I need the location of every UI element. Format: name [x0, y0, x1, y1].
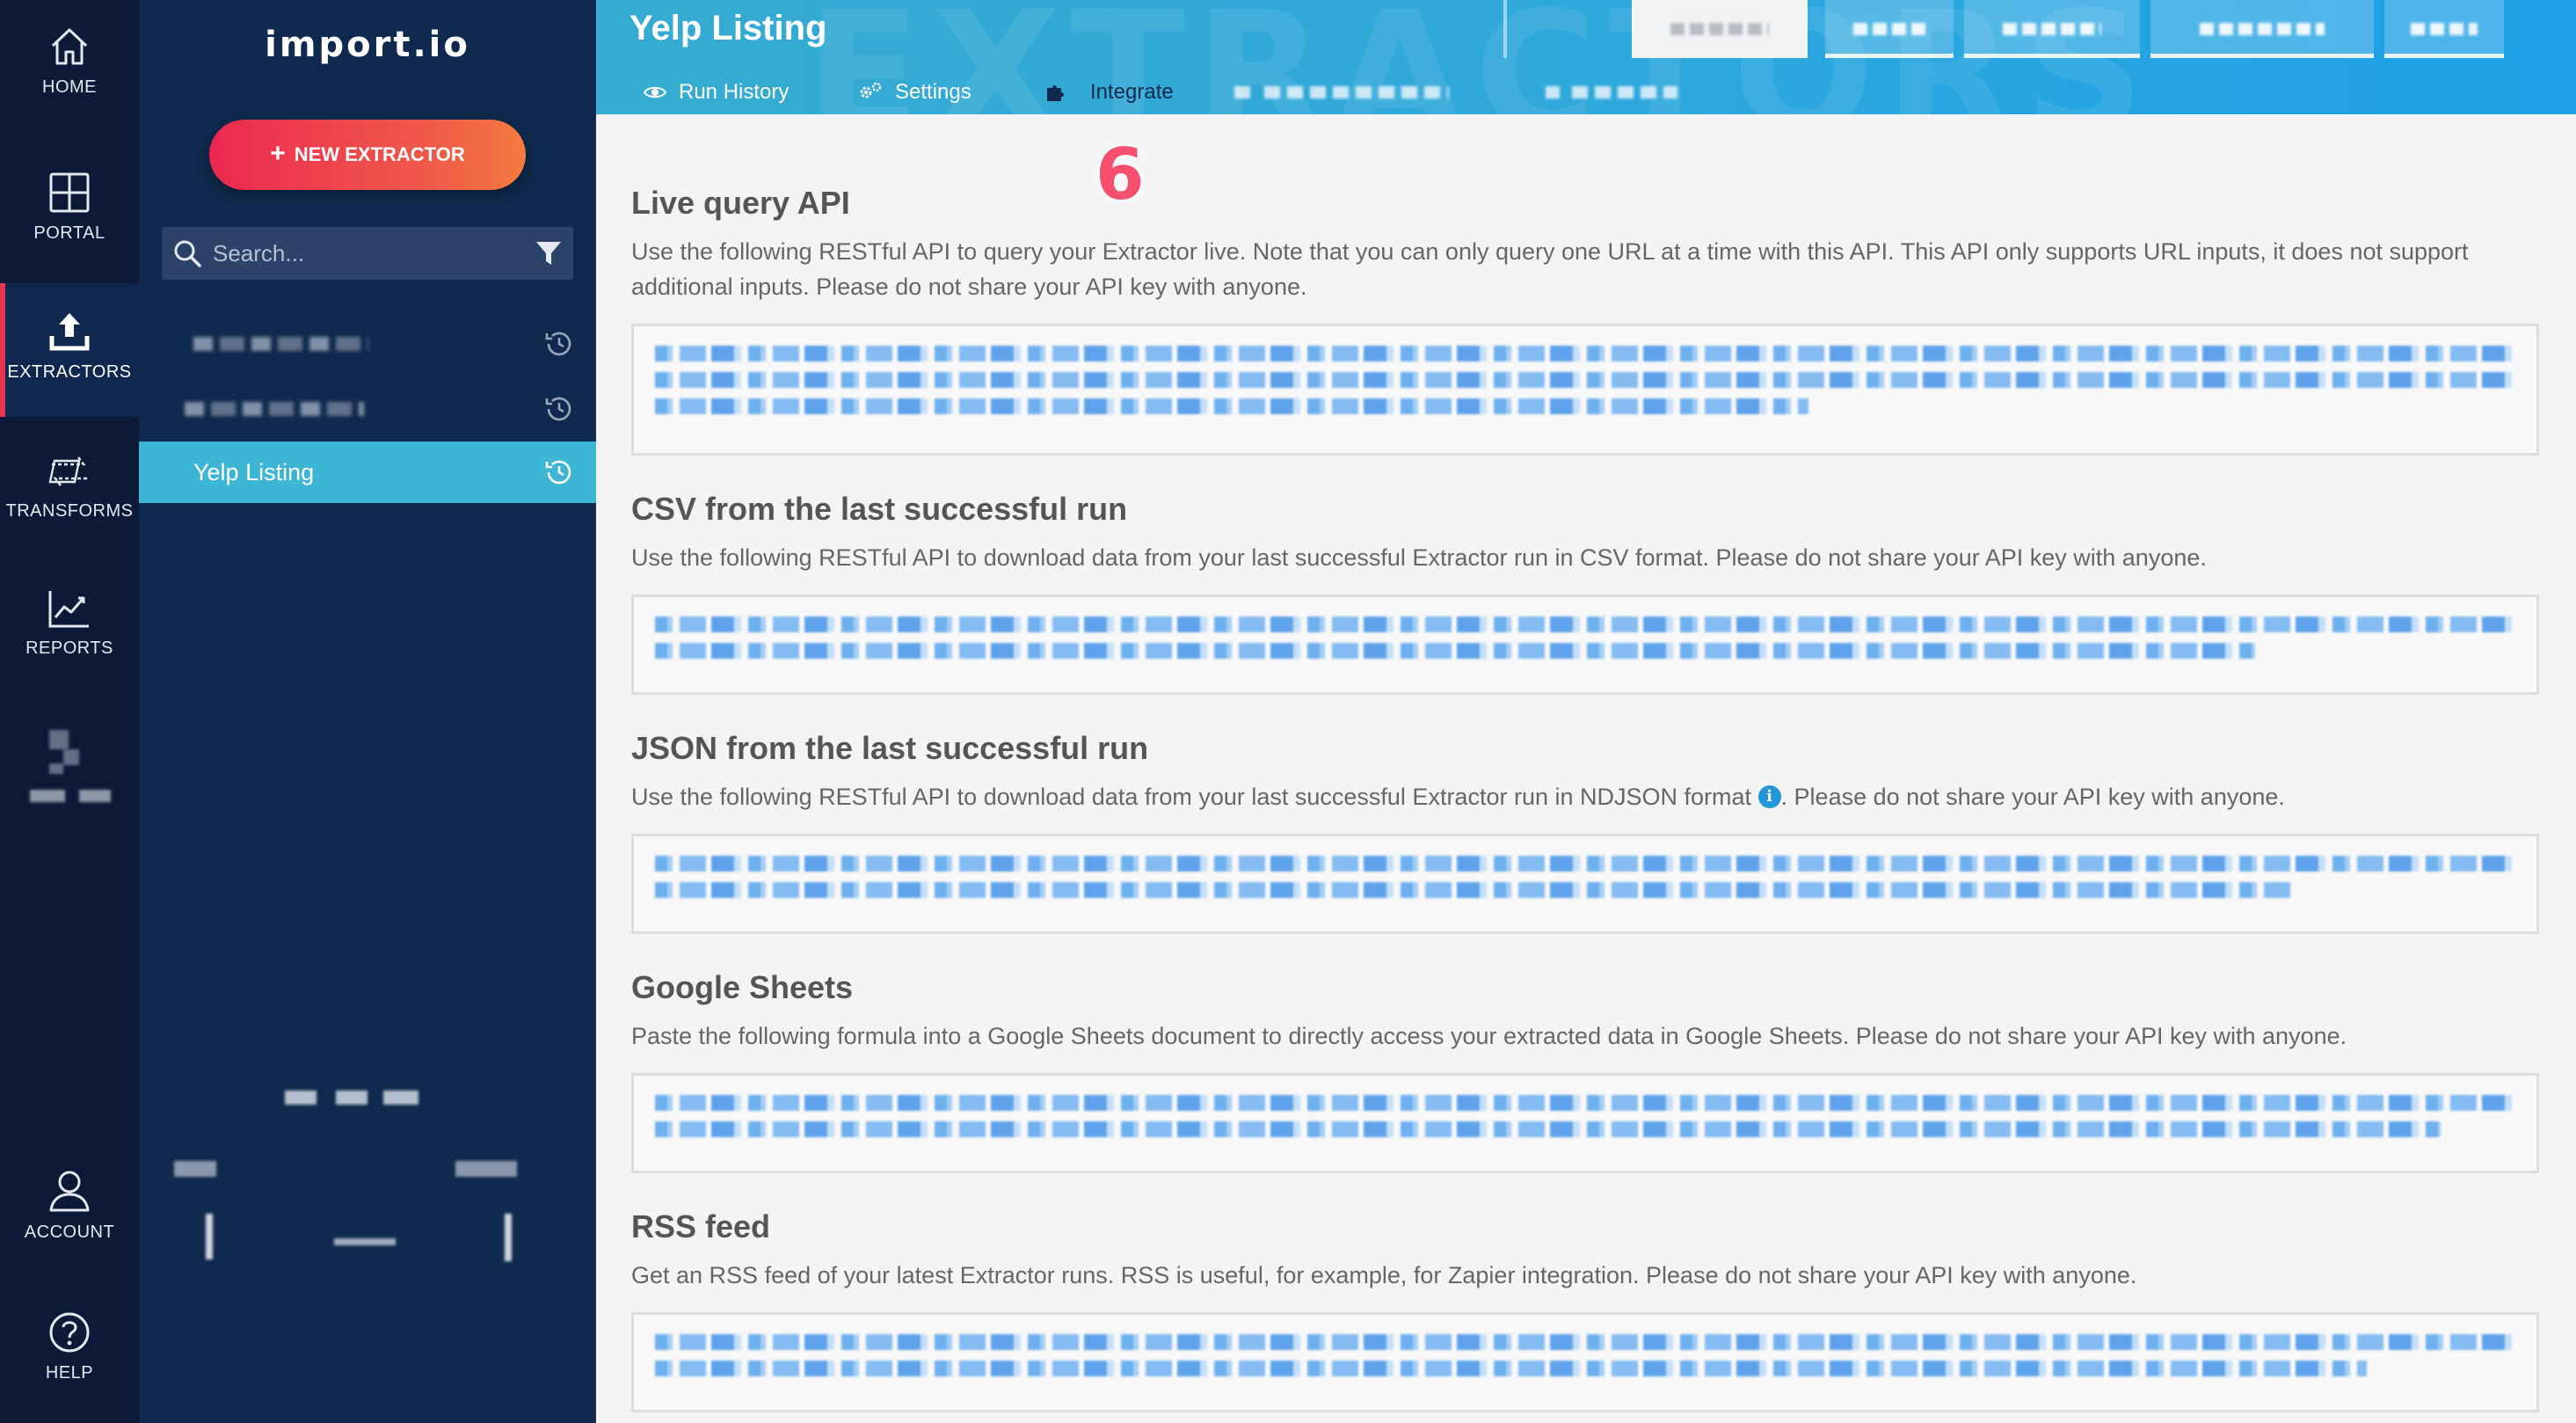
upload-icon	[49, 313, 90, 351]
section-csv: CSV from the last successful run Use the…	[631, 491, 2539, 695]
gears-icon	[860, 82, 882, 99]
page-title: Yelp Listing	[629, 9, 827, 47]
extractor-sidebar: import.io + NEW EXTRACTOR Search... Yelp…	[139, 0, 596, 1423]
rail-extractors[interactable]: EXTRACTORS	[0, 283, 139, 417]
section-description: Use the following RESTful API to query y…	[631, 238, 2469, 300]
tab-integrate-label: Integrate	[1090, 80, 1174, 104]
transforms-icon	[48, 456, 87, 486]
step-number-badge: 6	[1095, 134, 1145, 215]
rss-feed-url-box[interactable]	[631, 1312, 2539, 1412]
tab-blurred-icon	[1234, 86, 1252, 99]
header-action-1[interactable]	[1632, 0, 1808, 58]
plus-icon: +	[270, 138, 286, 168]
history-icon[interactable]	[543, 393, 575, 425]
search-icon	[174, 240, 201, 267]
tab-blurred-2[interactable]	[1546, 77, 1677, 114]
rail-transforms-label: TRANSFORMS	[5, 501, 134, 521]
section-description: Use the following RESTful API to downloa…	[631, 544, 2207, 571]
rail-help-label: HELP	[45, 1363, 94, 1383]
puzzle-icon	[1047, 85, 1064, 101]
new-extractor-button[interactable]: + NEW EXTRACTOR	[209, 120, 526, 190]
rail-account-label: ACCOUNT	[24, 1222, 115, 1242]
tab-settings[interactable]: Settings	[858, 77, 971, 114]
rail-help[interactable]: HELP	[0, 1310, 139, 1423]
tab-run-history[interactable]: Run History	[644, 77, 789, 114]
header-action-4[interactable]	[2150, 0, 2374, 58]
rail-reports-label: REPORTS	[25, 639, 113, 658]
rail-home[interactable]: HOME	[0, 25, 139, 157]
integrate-content: Live query API Use the following RESTful…	[596, 121, 2576, 1423]
home-icon	[51, 28, 88, 65]
section-title: Google Sheets	[631, 969, 854, 1005]
rail-reports[interactable]: REPORTS	[0, 587, 139, 719]
google-sheets-formula-box[interactable]	[631, 1073, 2539, 1173]
section-rss-feed: RSS feed Get an RSS feed of your latest …	[631, 1208, 2539, 1412]
help-icon	[49, 1312, 90, 1353]
history-icon[interactable]	[543, 328, 575, 360]
rail-extractors-label: EXTRACTORS	[7, 362, 132, 382]
icon-rail: HOME PORTAL EXTRACTORS TRANSFORMS REPORT…	[0, 0, 139, 1423]
extractor-name-blurred	[193, 337, 368, 351]
section-live-query-api: Live query API Use the following RESTful…	[631, 185, 2539, 456]
eye-icon	[644, 86, 666, 99]
reports-icon	[48, 591, 89, 628]
header-action-2[interactable]	[1825, 0, 1954, 58]
extractor-item-1[interactable]	[139, 313, 596, 375]
rail-account[interactable]: ACCOUNT	[0, 1168, 139, 1300]
header-action-3[interactable]	[1964, 0, 2140, 58]
tab-blurred-1[interactable]	[1234, 77, 1449, 114]
extractor-name: Yelp Listing	[193, 458, 315, 485]
csv-url-box[interactable]	[631, 595, 2539, 695]
section-title: Live query API	[631, 185, 850, 221]
section-title: CSV from the last successful run	[631, 491, 1128, 527]
tab-blurred-label	[1264, 86, 1449, 99]
import-io-logo: import.io	[265, 25, 470, 65]
portal-icon	[49, 172, 90, 213]
json-url-box[interactable]	[631, 834, 2539, 934]
search-input[interactable]: Search...	[213, 240, 535, 267]
info-icon[interactable]: i	[1757, 784, 1781, 808]
section-title: RSS feed	[631, 1208, 771, 1244]
new-extractor-label: NEW EXTRACTOR	[294, 143, 465, 165]
section-title: JSON from the last successful run	[631, 730, 1149, 766]
rail-portal-label: PORTAL	[33, 223, 106, 243]
header-action-5[interactable]	[2384, 0, 2504, 58]
section-google-sheets: Google Sheets Paste the following formul…	[631, 969, 2539, 1173]
section-description-text: Use the following RESTful API to downloa…	[631, 784, 1752, 810]
header-divider	[1503, 0, 1507, 58]
section-description: Paste the following formula into a Googl…	[631, 1023, 2347, 1049]
section-description: Use the following RESTful API to downloa…	[631, 779, 2539, 814]
tab-blurred-icon	[1546, 86, 1560, 99]
extractor-name-blurred	[185, 402, 364, 416]
rail-home-label: HOME	[42, 77, 97, 97]
extractor-item-yelp-listing[interactable]: Yelp Listing	[139, 441, 596, 503]
section-description-text-after: . Please do not share your API key with …	[1780, 784, 2285, 810]
history-icon[interactable]	[543, 456, 575, 488]
live-query-url-box[interactable]	[631, 324, 2539, 456]
page-header: EXTRACTORS Yelp Listing Run History Sett…	[596, 0, 2576, 114]
filter-icon[interactable]	[535, 239, 563, 267]
section-description: Get an RSS feed of your latest Extractor…	[631, 1262, 2137, 1288]
tab-run-history-label: Run History	[679, 80, 790, 104]
section-json: JSON from the last successful run Use th…	[631, 730, 2539, 934]
account-icon	[49, 1171, 90, 1212]
tab-blurred-label	[1572, 86, 1677, 99]
tab-settings-label: Settings	[895, 80, 971, 104]
extractor-item-2[interactable]	[139, 378, 596, 440]
tab-integrate[interactable]: Integrate	[1044, 77, 1174, 114]
extractor-search: Search...	[162, 227, 573, 280]
rail-transforms[interactable]: TRANSFORMS	[0, 449, 139, 580]
